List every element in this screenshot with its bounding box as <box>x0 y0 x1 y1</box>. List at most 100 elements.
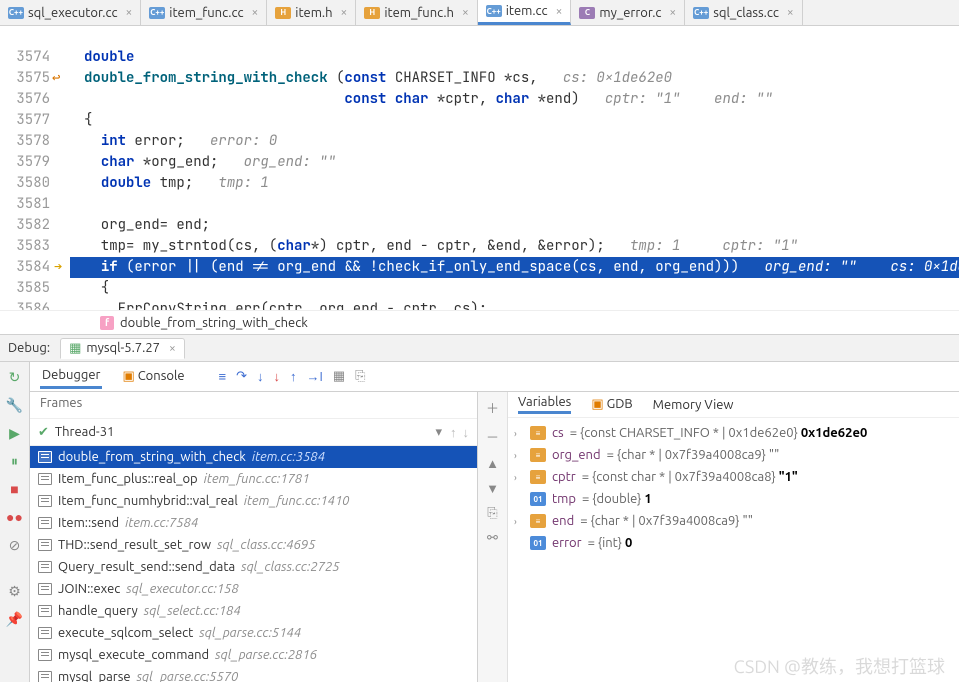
file-tab[interactable]: Cmy_error.c× <box>571 0 685 25</box>
file-tab[interactable]: C++item_func.cc× <box>141 0 267 25</box>
stack-frame[interactable]: Item_func_plus::real_op item_func.cc:178… <box>30 468 477 490</box>
tab-console[interactable]: ▣ Console <box>120 365 186 388</box>
variable-row[interactable]: ›≡cptr = {const char * | 0x7f39a4008ca8}… <box>514 466 953 488</box>
expand-icon[interactable]: › <box>514 450 524 461</box>
close-icon[interactable]: × <box>169 342 176 355</box>
step-into-button[interactable]: ↓ <box>257 369 264 384</box>
code-line[interactable]: { <box>70 110 959 131</box>
close-icon[interactable]: × <box>126 6 133 19</box>
frame-fn: handle_query <box>58 604 138 618</box>
settings-button[interactable]: 🔧 <box>6 396 24 414</box>
stack-frame[interactable]: THD::send_result_set_row sql_class.cc:46… <box>30 534 477 556</box>
tab-label: my_error.c <box>599 6 661 20</box>
var-value: = {double} 1 <box>582 492 652 506</box>
file-tab[interactable]: C++sql_class.cc× <box>685 0 802 25</box>
code-line[interactable] <box>70 26 959 47</box>
var-name: end <box>552 514 574 528</box>
prev-frame-button[interactable]: ↑ <box>450 425 457 440</box>
stack-frame[interactable]: execute_sqlcom_select sql_parse.cc:5144 <box>30 622 477 644</box>
rerun-button[interactable]: ↻ <box>6 368 24 386</box>
up-button[interactable]: ▲ <box>486 456 499 471</box>
var-badge-icon: ≡ <box>530 514 546 528</box>
variable-row[interactable]: 01error = {int} 0 <box>514 532 953 554</box>
stack-frame[interactable]: double_from_string_with_check item.cc:35… <box>30 446 477 468</box>
file-tab[interactable]: Hitem.h× <box>267 0 356 25</box>
variables-pane: Variables ▣ GDB Memory View ›≡cs = {cons… <box>508 392 959 682</box>
expand-icon[interactable]: › <box>514 472 524 483</box>
down-button[interactable]: ▼ <box>486 481 499 496</box>
pin-button[interactable]: 📌 <box>6 610 24 628</box>
run-to-cursor-button[interactable]: →I <box>307 369 323 384</box>
code-line[interactable]: ErrConvString err(cptr, org_end - cptr, … <box>70 299 959 310</box>
code-line[interactable]: double <box>70 47 959 68</box>
step-out-button[interactable]: ↑ <box>290 369 297 384</box>
trace-button[interactable]: ⎘ <box>355 369 365 384</box>
tab-variables[interactable]: Variables <box>518 395 571 414</box>
step-over-button[interactable]: ↷ <box>236 369 247 384</box>
stack-frame[interactable]: mysql_parse sql_parse.cc:5570 <box>30 666 477 682</box>
close-icon[interactable]: × <box>669 6 676 19</box>
show-execution-point-button[interactable]: ≡ <box>219 369 227 384</box>
expand-icon[interactable]: › <box>514 516 524 527</box>
remove-watch-button[interactable]: － <box>486 427 499 446</box>
debug-label: Debug: <box>8 341 50 355</box>
run-config-tab[interactable]: ▦ mysql-5.7.27 × <box>60 338 185 359</box>
close-icon[interactable]: × <box>341 6 348 19</box>
file-tab[interactable]: C++sql_executor.cc× <box>0 0 141 25</box>
code-line[interactable]: if (error || (end != org_end && !check_i… <box>70 257 959 278</box>
file-tab[interactable]: Hitem_func.h× <box>356 0 477 25</box>
filetype-icon: C++ <box>693 7 709 19</box>
thread-selector[interactable]: ✔ Thread-31 ▾ ↑ ↓ <box>30 418 477 446</box>
tab-label: item_func.h <box>384 6 454 20</box>
resume-button[interactable]: ▶ <box>6 424 24 442</box>
code-line[interactable]: org_end= end; <box>70 215 959 236</box>
gdb-icon: ▣ <box>591 397 603 411</box>
stack-frame[interactable]: Item::send item.cc:7584 <box>30 512 477 534</box>
code-line[interactable]: const char *cptr, char *end) cptr: "1" e… <box>70 89 959 110</box>
expand-icon[interactable]: › <box>514 428 524 439</box>
close-icon[interactable]: × <box>462 6 469 19</box>
variable-row[interactable]: ›≡org_end = {char * | 0x7f39a4008ca9} "" <box>514 444 953 466</box>
copy-button[interactable]: ⎘ <box>487 506 497 521</box>
link-icon[interactable]: ⚯ <box>487 531 498 546</box>
tab-gdb[interactable]: ▣ GDB <box>591 397 632 412</box>
tab-memory[interactable]: Memory View <box>653 398 734 412</box>
view-breakpoints-button[interactable]: ●● <box>6 508 24 526</box>
variable-row[interactable]: ›≡cs = {const CHARSET_INFO * | 0x1de62e0… <box>514 422 953 444</box>
next-frame-button[interactable]: ↓ <box>463 425 470 440</box>
code-line[interactable]: int error; error: 0 <box>70 131 959 152</box>
code-line[interactable]: double tmp; tmp: 1 <box>70 173 959 194</box>
frame-loc: sql_parse.cc:5144 <box>199 626 301 640</box>
tab-debugger[interactable]: Debugger <box>40 364 102 389</box>
chevron-down-icon: ▾ <box>435 425 442 440</box>
code-line[interactable]: double_from_string_with_check (const CHA… <box>70 68 959 89</box>
force-step-into-button[interactable]: ↓ <box>274 369 281 384</box>
mute-breakpoints-button[interactable]: ⊘ <box>6 536 24 554</box>
close-icon[interactable]: × <box>787 6 794 19</box>
evaluate-button[interactable]: ▦ <box>333 369 345 384</box>
stack-frame[interactable]: Item_func_numhybrid::val_real item_func.… <box>30 490 477 512</box>
add-watch-button[interactable]: ＋ <box>486 398 499 417</box>
close-icon[interactable]: × <box>252 6 259 19</box>
code-line[interactable]: char *org_end; org_end: "" <box>70 152 959 173</box>
breadcrumb[interactable]: f double_from_string_with_check <box>0 310 959 334</box>
stack-frame[interactable]: mysql_execute_command sql_parse.cc:2816 <box>30 644 477 666</box>
tab-label: item.cc <box>506 4 548 18</box>
code-line[interactable]: { <box>70 278 959 299</box>
stack-frame[interactable]: handle_query sql_select.cc:184 <box>30 600 477 622</box>
code-line[interactable]: tmp= my_strntod(cs, (char*) cptr, end - … <box>70 236 959 257</box>
var-name: error <box>552 536 582 550</box>
file-tab[interactable]: C++item.cc× <box>478 0 572 25</box>
frame-fn: mysql_execute_command <box>58 648 209 662</box>
close-icon[interactable]: × <box>556 5 563 18</box>
stack-frame[interactable]: Query_result_send::send_data sql_class.c… <box>30 556 477 578</box>
more-button[interactable]: ⚙ <box>6 582 24 600</box>
variable-row[interactable]: 01tmp = {double} 1 <box>514 488 953 510</box>
frame-icon <box>38 671 52 682</box>
stop-button[interactable]: ■ <box>6 480 24 498</box>
return-mark-icon: ↩ <box>52 68 60 89</box>
stack-frame[interactable]: JOIN::exec sql_executor.cc:158 <box>30 578 477 600</box>
code-line[interactable] <box>70 194 959 215</box>
variable-row[interactable]: ›≡end = {char * | 0x7f39a4008ca9} "" <box>514 510 953 532</box>
pause-button[interactable]: ⏸ <box>6 452 24 470</box>
